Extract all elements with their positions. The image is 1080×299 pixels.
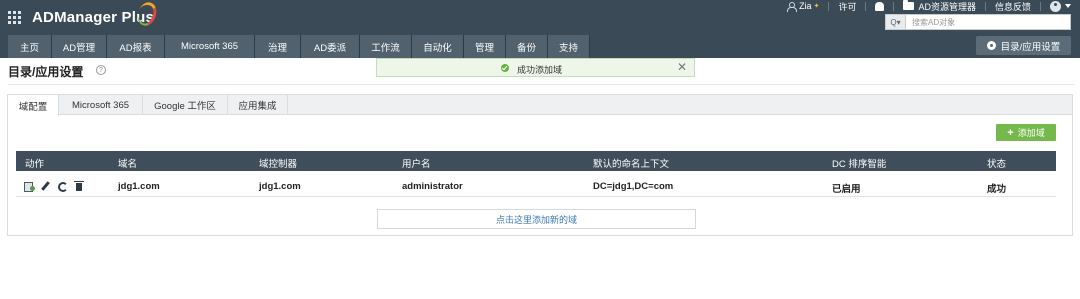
app-grid-icon[interactable] (8, 11, 21, 24)
feedback-link[interactable]: 信息反馈 (986, 0, 1040, 12)
table-header: 动作 域名 域控制器 用户名 默认的命名上下文 DC 排序智能 状态 (16, 151, 1056, 171)
license-link[interactable]: 许可 (829, 0, 865, 12)
add-domain-button[interactable]: + 添加域 (996, 124, 1056, 141)
plus-icon: + (1007, 126, 1014, 139)
col-status[interactable]: 状态 (987, 156, 1006, 170)
col-username[interactable]: 用户名 (402, 156, 431, 170)
domain-settings-panel: 域配置 Microsoft 365 Google 工作区 应用集成 + 添加域 … (7, 94, 1073, 236)
top-right-toolbar: Zia ✦ 许可 AD资源管理器 信息反馈 (777, 0, 1080, 12)
notifications-button[interactable] (866, 0, 893, 12)
folder-icon (903, 0, 915, 10)
tab-domain-config[interactable]: 域配置 (8, 95, 59, 116)
help-icon[interactable]: ? (96, 65, 106, 75)
nav-tab[interactable]: AD管理 (52, 35, 107, 58)
success-toast: 成功添加域 ✕ (376, 58, 695, 77)
sub-tabs: 域配置 Microsoft 365 Google 工作区 应用集成 (8, 95, 1072, 116)
chevron-down-icon (1065, 4, 1071, 8)
user-icon (786, 1, 798, 12)
directory-settings-button[interactable]: 目录/应用设置 (976, 36, 1071, 55)
toast-message: 成功添加域 (517, 65, 563, 75)
directory-settings-label: 目录/应用设置 (1000, 41, 1061, 53)
search-input[interactable] (906, 16, 1066, 28)
gear-icon (986, 41, 996, 50)
check-circle-icon (501, 64, 509, 72)
tab-microsoft-365[interactable]: Microsoft 365 (59, 95, 143, 115)
nav-tab[interactable]: 治理 (255, 35, 301, 58)
close-icon[interactable]: ✕ (677, 60, 687, 74)
nav-tab[interactable]: Microsoft 365 (165, 35, 255, 58)
user-menu[interactable]: Zia ✦ (777, 0, 828, 12)
page-title: 目录/应用设置 (8, 65, 84, 79)
user-name: Zia (799, 1, 812, 11)
col-dc[interactable]: 域控制器 (259, 156, 297, 170)
account-menu[interactable] (1041, 0, 1080, 12)
col-actions: 动作 (25, 159, 45, 170)
domain-users-icon[interactable] (24, 181, 35, 192)
cell-username: administrator (402, 181, 463, 192)
cell-dc-smart: 已启用 (832, 184, 861, 195)
nav-tab[interactable]: 备份 (506, 35, 548, 58)
nav-tab[interactable]: AD委派 (301, 35, 360, 58)
search-type-icon[interactable]: Q▾ (886, 15, 906, 29)
table-row: jdg1.com jdg1.com administrator DC=jdg1,… (16, 175, 1056, 197)
cell-dc: jdg1.com (259, 181, 301, 192)
edit-icon[interactable] (40, 181, 50, 191)
nav-tab[interactable]: AD报表 (107, 35, 165, 58)
nav-tab[interactable]: 主页 (8, 35, 52, 58)
col-naming-context[interactable]: 默认的命名上下文 (593, 156, 669, 170)
delete-icon[interactable] (74, 181, 84, 191)
add-domain-label: 添加域 (1017, 128, 1045, 138)
tab-app-integration[interactable]: 应用集成 (228, 95, 288, 115)
add-new-domain-link[interactable]: 点击这里添加新的域 (377, 209, 696, 229)
divider (8, 84, 1074, 85)
nav-tab[interactable]: 支持 (548, 35, 590, 58)
col-dc-smart[interactable]: DC 排序智能 (832, 156, 886, 170)
ad-explorer-label: AD资源管理器 (918, 1, 976, 12)
nav-tabs: 主页 AD管理 AD报表 Microsoft 365 治理 AD委派 工作流 自动化 管理 备份支… (8, 35, 590, 58)
main-nav: 主页 AD管理 AD报表 Microsoft 365 治理 AD委派 工作流 自动化 管理 备份支… (0, 35, 1080, 58)
ad-explorer-link[interactable]: AD资源管理器 (894, 0, 985, 12)
app-header: ADManager Plus Zia ✦ 许可 AD资源管理器 信息反馈 Q▾ (0, 0, 1080, 35)
star-icon: ✦ (813, 3, 820, 10)
bell-icon (875, 1, 885, 11)
search-box: Q▾ (885, 14, 1071, 30)
nav-tab[interactable]: 自动化 (412, 35, 464, 58)
col-domain[interactable]: 域名 (118, 156, 137, 170)
cell-naming-context: DC=jdg1,DC=com (593, 181, 674, 192)
tab-google-workspace[interactable]: Google 工作区 (143, 95, 228, 115)
cell-status: 成功 (987, 184, 1007, 195)
avatar-icon (1050, 0, 1061, 12)
cell-domain: jdg1.com (118, 181, 160, 192)
app-logo-text[interactable]: ADManager Plus (32, 9, 154, 26)
nav-tab[interactable]: 工作流 (360, 35, 412, 58)
nav-tab[interactable]: 管理 (464, 35, 506, 58)
refresh-icon[interactable] (57, 181, 68, 192)
